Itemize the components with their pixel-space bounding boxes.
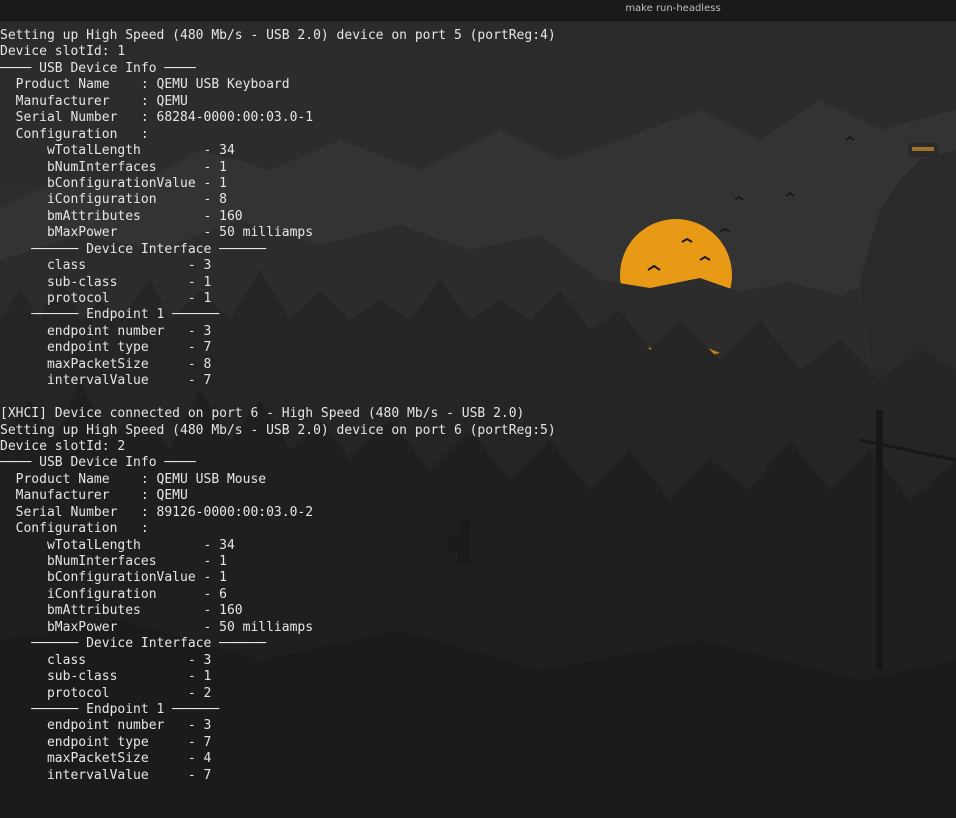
terminal-window: make run-headless Setting up High Speed … [0, 0, 956, 818]
title-bar[interactable]: make run-headless [0, 0, 956, 21]
terminal-line: wTotalLength - 34 [0, 537, 235, 553]
terminal-line: ────── Endpoint 1 ────── [0, 307, 220, 323]
terminal-line: class - 3 [0, 258, 212, 274]
terminal-line: ────── Device Interface ────── [0, 636, 267, 652]
terminal-line: Serial Number : 68284-0000:00:03.0-1 [0, 110, 314, 126]
window-title: make run-headless [625, 3, 721, 14]
terminal-line: bConfigurationValue - 1 [0, 175, 227, 191]
terminal-line: Configuration : [0, 521, 149, 537]
terminal-line: Manufacturer : QEMU [0, 488, 188, 504]
terminal-line: Serial Number : 89126-0000:00:03.0-2 [0, 504, 314, 520]
terminal-line: endpoint number - 3 [0, 323, 212, 339]
terminal-line: iConfiguration - 6 [0, 586, 227, 602]
terminal-line: Setting up High Speed (480 Mb/s - USB 2.… [0, 28, 556, 43]
terminal-line: intervalValue - 7 [0, 373, 212, 389]
terminal-line: Setting up High Speed (480 Mb/s - USB 2.… [0, 422, 556, 438]
terminal-line: Device slotId: 2 [0, 438, 126, 454]
terminal-line: endpoint type - 7 [0, 340, 212, 356]
terminal-line: protocol - 1 [0, 291, 212, 306]
terminal-line: bConfigurationValue - 1 [0, 570, 227, 586]
terminal-line: Product Name : QEMU USB Keyboard [0, 77, 290, 93]
terminal-line: intervalValue - 7 [0, 767, 212, 783]
terminal-line: sub-class - 1 [0, 274, 212, 290]
terminal-line: bMaxPower - 50 milliamps [0, 619, 314, 635]
terminal-line: Product Name : QEMU USB Mouse [0, 471, 267, 487]
terminal-line: bmAttributes - 160 [0, 208, 243, 224]
terminal-line: Device slotId: 1 [0, 44, 126, 60]
terminal-line: [XHCI] Device connected on port 6 - High… [0, 406, 525, 422]
terminal-line: class - 3 [0, 652, 212, 668]
terminal-output[interactable]: Setting up High Speed (480 Mb/s - USB 2.… [0, 28, 956, 818]
terminal-line: bmAttributes - 160 [0, 603, 243, 619]
terminal-line: bMaxPower - 50 milliamps [0, 225, 314, 241]
terminal-line: ────── Endpoint 1 ────── [0, 701, 220, 717]
terminal-line: endpoint type - 7 [0, 734, 212, 750]
terminal-line: sub-class - 1 [0, 669, 212, 685]
terminal-line: Configuration : [0, 126, 149, 142]
terminal-line: maxPacketSize - 8 [0, 356, 212, 372]
terminal-line: ────── Device Interface ────── [0, 241, 267, 257]
terminal-line: ──── USB Device Info ──── [0, 60, 196, 76]
terminal-line: Manufacturer : QEMU [0, 93, 188, 109]
terminal-line: protocol - 2 [0, 685, 212, 701]
terminal-line: bNumInterfaces - 1 [0, 159, 227, 175]
terminal-line: wTotalLength - 34 [0, 143, 235, 159]
terminal-line: bNumInterfaces - 1 [0, 554, 227, 569]
terminal-line: maxPacketSize - 4 [0, 751, 212, 767]
terminal-line: ──── USB Device Info ──── [0, 455, 196, 471]
terminal-line: endpoint number - 3 [0, 718, 212, 734]
terminal-line: iConfiguration - 8 [0, 192, 227, 208]
